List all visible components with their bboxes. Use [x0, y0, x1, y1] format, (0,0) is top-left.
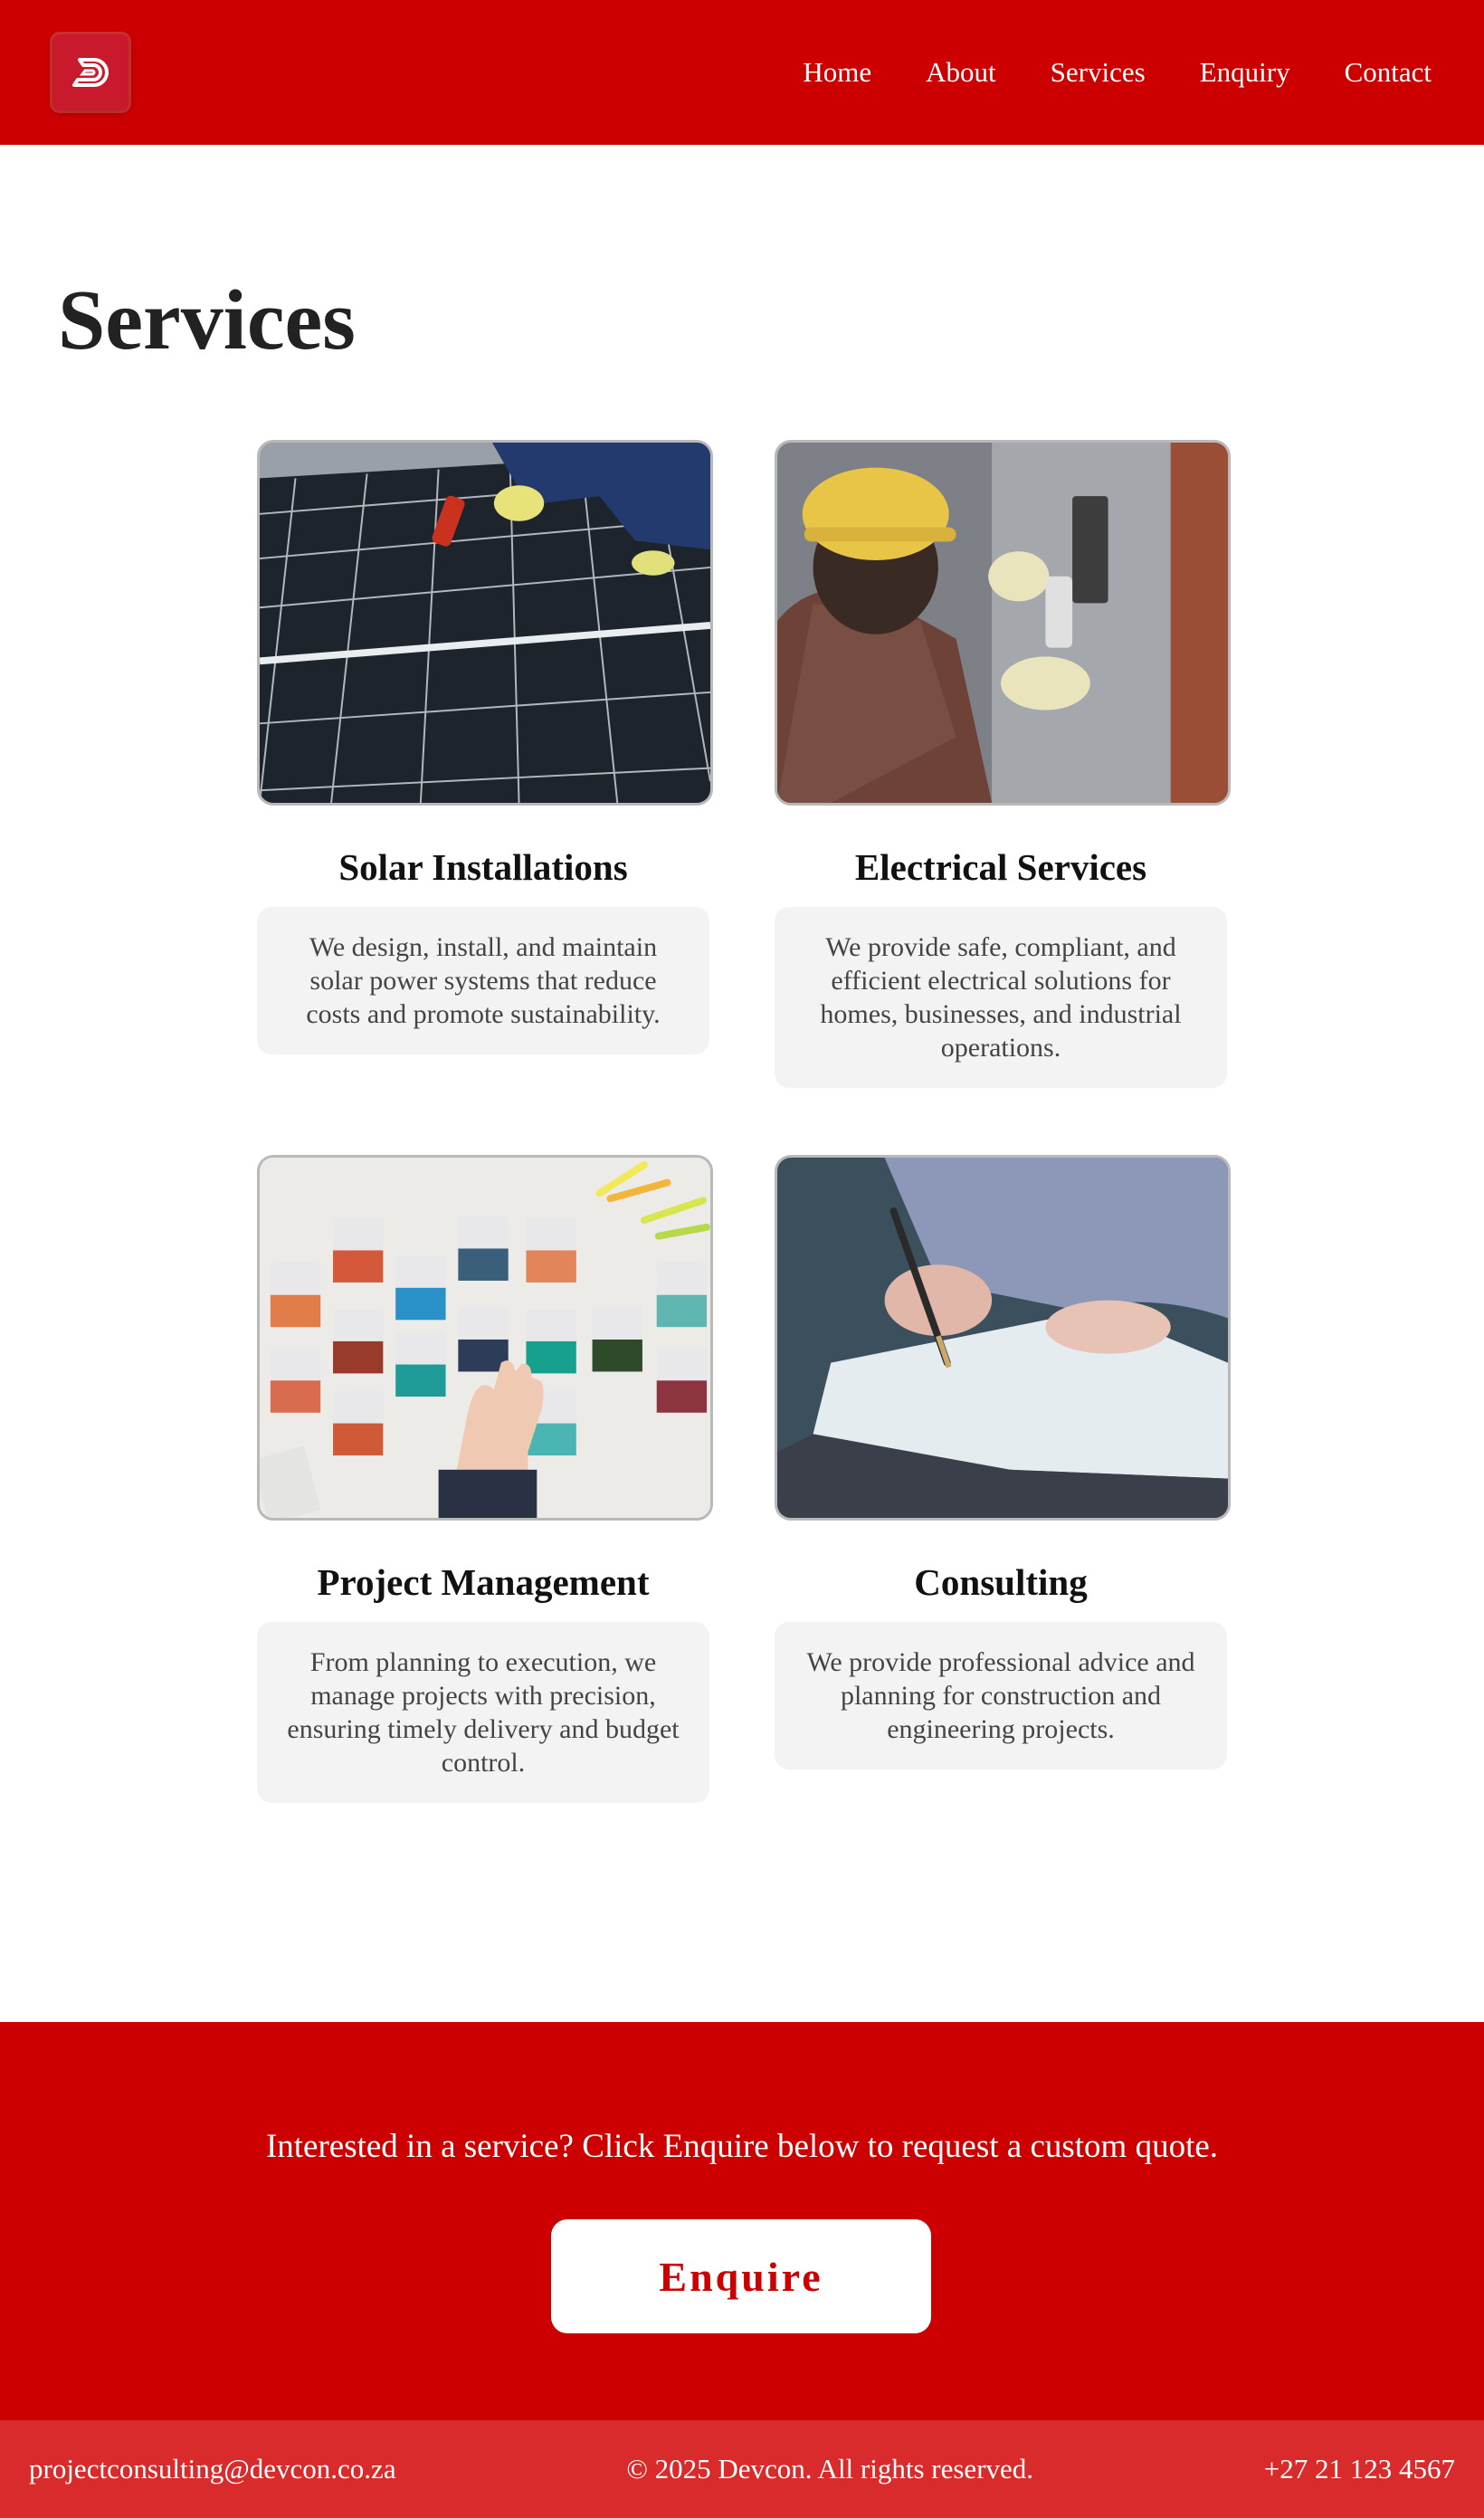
devcon-logo-icon — [72, 58, 109, 87]
enquire-cta-section: Interested in a service? Click Enquire b… — [0, 2022, 1484, 2420]
nav-about[interactable]: About — [926, 56, 996, 89]
service-description: From planning to execution, we manage pr… — [257, 1622, 709, 1803]
service-title: Solar Installations — [338, 846, 628, 888]
service-description: We design, install, and maintain solar p… — [257, 907, 709, 1054]
footer-phone[interactable]: +27 21 123 4567 — [1264, 2453, 1455, 2485]
main-nav: Home About Services Enquiry Contact — [803, 56, 1432, 89]
nav-enquiry[interactable]: Enquiry — [1200, 56, 1290, 89]
drafting-photo — [775, 1155, 1231, 1521]
page-title: Services — [58, 273, 356, 367]
service-title: Consulting — [914, 1561, 1088, 1603]
service-card-solar: Solar Installations We design, install, … — [257, 440, 713, 1054]
nav-services[interactable]: Services — [1051, 56, 1146, 89]
nav-home[interactable]: Home — [803, 56, 871, 89]
footer: projectconsulting@devcon.co.za © 2025 De… — [0, 2420, 1484, 2518]
solar-panel-photo — [257, 440, 713, 806]
footer-email[interactable]: projectconsulting@devcon.co.za — [29, 2453, 396, 2485]
service-card-consulting: Consulting We provide professional advic… — [775, 1155, 1231, 1769]
service-title: Project Management — [317, 1561, 650, 1603]
planning-cards-photo — [257, 1155, 713, 1521]
enquire-button[interactable]: Enquire — [551, 2219, 931, 2333]
service-description: We provide safe, compliant, and efficien… — [775, 907, 1227, 1088]
nav-contact[interactable]: Contact — [1345, 56, 1432, 89]
top-navbar: Home About Services Enquiry Contact — [0, 0, 1484, 145]
electrician-photo — [775, 440, 1231, 806]
service-card-electrical: Electrical Services We provide safe, com… — [775, 440, 1231, 1088]
logo[interactable] — [52, 34, 128, 110]
footer-copyright: © 2025 Devcon. All rights reserved. — [626, 2453, 1034, 2485]
service-title: Electrical Services — [854, 846, 1147, 888]
service-description: We provide professional advice and plann… — [775, 1622, 1227, 1769]
service-card-project-management: Project Management From planning to exec… — [257, 1155, 713, 1803]
cta-text: Interested in a service? Click Enquire b… — [265, 2128, 1219, 2165]
